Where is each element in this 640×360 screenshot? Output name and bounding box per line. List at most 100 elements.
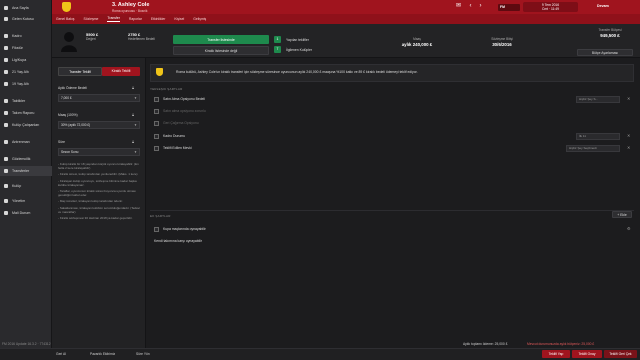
clause-checkbox: [154, 120, 159, 126]
tab-events[interactable]: Etkinlikler: [151, 17, 166, 21]
sidebar-item-inbox[interactable]: Gelen Kutusu: [0, 14, 52, 24]
extra-clause-row[interactable]: Kupa maçlarında oynayabilir: [150, 224, 634, 234]
sidebar-item-u19[interactable]: 19 Yaş Altı: [0, 79, 52, 89]
sidebar-item-home[interactable]: Ana Sayfa: [0, 3, 52, 13]
extra-clauses-title: EK ŞARTLAR: [150, 214, 171, 218]
player-name-title: 3. Ashley Cole: [112, 2, 150, 8]
chevron-down-icon: ▼: [134, 96, 137, 100]
sidebar-item-board[interactable]: Yönetim: [0, 196, 52, 206]
sidebar-item-squad[interactable]: Kadro: [0, 31, 52, 41]
clause-label: Teklifi Edilen Mevki: [163, 146, 192, 150]
settings-icon[interactable]: ⚙: [627, 226, 631, 231]
game-date[interactable]: 9 Tem 2016 Cmt · 11:49: [523, 2, 578, 12]
sidebar-item-transfers[interactable]: Transferler: [0, 166, 52, 176]
forward-arrow-icon[interactable]: ›: [477, 3, 484, 10]
close-icon[interactable]: ✕: [627, 96, 630, 101]
clauses-section-title: YERLEŞIK ŞARTLAR: [150, 87, 183, 91]
clause-row[interactable]: Satın Alma Opsiyonu Bedeli: [150, 94, 634, 104]
clause-value-select[interactable]: İlk 11: [576, 132, 620, 140]
extra-clause-row: Kendi takımına karşı oynayabilir: [150, 236, 634, 246]
report-icon: [4, 111, 8, 115]
inbox-icon: [4, 17, 8, 21]
offers-count-badge: 1: [274, 36, 281, 43]
tab-personal[interactable]: Kişisel: [174, 17, 184, 21]
undo-button[interactable]: Geri Al: [56, 352, 66, 356]
offer-message-text: Roma kulübü, Ashley Cole'un kiralık tran…: [176, 70, 418, 74]
monthly-total-text: Aylık toplamı ödeme: 25,000 £: [463, 342, 508, 346]
tab-reports[interactable]: Raporlar: [129, 17, 142, 21]
loan-note: - Kiralık süresi, kulüp tarafından yenil…: [58, 172, 138, 177]
training-icon: [4, 140, 8, 144]
offers-label[interactable]: Yapılan teklifler: [286, 38, 309, 42]
wage-value: aylık 240,000 £: [401, 42, 433, 47]
clause-checkbox[interactable]: [154, 226, 159, 232]
clause-row[interactable]: Teklifi Edilen Mevki: [150, 143, 634, 153]
tab-overview[interactable]: Genel Bakış: [56, 17, 74, 21]
loan-note: - Kiralık sözleşmesi 30 Haziran 2016'ya …: [58, 216, 133, 221]
wage-contribution-value: 30% (aylık 72,000 £): [61, 123, 91, 127]
squad-icon: [4, 34, 8, 38]
asking-price-label: Hedeflenen Bedeli: [128, 37, 155, 41]
extra-clause-label: Kendi takımına karşı oynayabilir: [154, 239, 203, 243]
wage-contribution-input[interactable]: 30% (aylık 72,000 £) ▼: [58, 121, 140, 129]
duration-select[interactable]: Sezon Sonu ▼: [58, 148, 140, 156]
loan-listed-button[interactable]: Kiralık listesinde değil: [173, 46, 269, 55]
clause-checkbox[interactable]: [154, 96, 159, 102]
clause-row: Satın alma opsiyonu zorunlu: [150, 106, 634, 116]
clause-value-select[interactable]: Hiçbir Şey S...: [576, 95, 620, 103]
sidebar-item-finances[interactable]: Mali Durum: [0, 208, 52, 218]
lock-icon[interactable]: 🔒︎: [132, 112, 137, 117]
fm-menu-button[interactable]: FM: [498, 3, 520, 11]
board-icon: [4, 199, 8, 203]
budget-adjust-button[interactable]: Bütçe Ayarlaması: [577, 49, 633, 56]
sidebar-item-scouting[interactable]: Gözlemcilik: [0, 154, 52, 164]
asking-price-stat: 2750 £ Hedeflenen Bedeli: [128, 32, 155, 41]
tab-contract[interactable]: Sözleşme: [83, 17, 98, 21]
build-info: FM 2016 Update 16.3.2 · 774312: [2, 342, 51, 346]
sidebar-item-training[interactable]: Antrenman: [0, 137, 52, 147]
clause-row[interactable]: Kadro Durumu: [150, 131, 634, 141]
sidebar-item-fixtures[interactable]: Fikstür: [0, 43, 52, 53]
close-icon[interactable]: ✕: [627, 145, 630, 150]
game-date-line2: Cmt · 11:49: [542, 7, 559, 12]
sidebar-item-staff[interactable]: Kulüp Çalışanları: [0, 120, 52, 130]
continue-button[interactable]: Devam: [597, 4, 609, 8]
mail-icon[interactable]: ✉: [455, 3, 462, 10]
make-offer-button[interactable]: Teklifi Yap: [542, 350, 570, 358]
confirm-offer-button[interactable]: Teklifi Onay: [572, 350, 602, 358]
sidebar: Ana Sayfa Gelen Kutusu Kadro Fikstür Lig…: [0, 0, 52, 360]
tab-loan-offer[interactable]: Kiralık Teklifi: [102, 67, 140, 76]
staff-icon: [4, 123, 8, 127]
clause-checkbox[interactable]: [154, 133, 159, 139]
close-icon[interactable]: ✕: [627, 133, 630, 138]
sidebar-item-u21[interactable]: 21 Yaş Altı: [0, 67, 52, 77]
interested-clubs-label[interactable]: İlgilenen Kulüpler: [286, 48, 312, 52]
lock-icon[interactable]: 🔒︎: [132, 139, 137, 144]
contract-expiry-label: Sözleşme Bitişi: [491, 37, 513, 41]
loan-note: - Kiralayan kulüp oyuncuyu, sözleşme bit…: [58, 178, 137, 187]
tab-transfer-offer[interactable]: Transfer Teklifi: [58, 67, 102, 76]
loan-fee-input[interactable]: 7,000 £ ▼: [58, 94, 140, 102]
sidebar-item-tactics[interactable]: Taktikler: [0, 96, 52, 106]
negotiation-team-toggle[interactable]: Pazarlık Ekibimiz: [90, 352, 115, 356]
lock-icon[interactable]: 🔒︎: [132, 85, 137, 90]
finance-icon: [4, 211, 8, 215]
sidebar-item-league[interactable]: Lig/Kupa: [0, 55, 52, 65]
sidebar-item-team-report[interactable]: Takım Raporu: [0, 108, 52, 118]
trophy-icon: [4, 58, 8, 62]
loan-note: - Kulüp kiralık bir 18 yaşından küçük oy…: [58, 162, 139, 171]
sidebar-item-club[interactable]: Kulüp: [0, 181, 52, 191]
add-clause-button[interactable]: + Ekle: [612, 211, 632, 218]
transfer-listed-button[interactable]: Transfer listesinde: [173, 35, 269, 44]
time-mode-select[interactable]: Süre Yön: [136, 352, 150, 356]
loan-note: - Taraflar, oyuncunun kiralık süresi boy…: [58, 189, 136, 198]
tab-transfer[interactable]: Transfer: [107, 16, 120, 22]
withdraw-offer-button[interactable]: Teklifi Geri Çek: [604, 350, 637, 358]
sub-navigation: Genel Bakış Sözleşme Transfer Raporlar E…: [52, 14, 640, 24]
clause-checkbox[interactable]: [154, 145, 159, 151]
tab-advanced[interactable]: Gelişmiş: [193, 17, 206, 21]
clause-value-select[interactable]: Hiçbir Şey Seçilmedi: [566, 144, 620, 152]
contract-expiry-value: 30/6/2016: [492, 42, 512, 47]
back-arrow-icon[interactable]: ‹: [467, 3, 474, 10]
contract-expiry-info: Sözleşme Bitişi 30/6/2016: [482, 37, 522, 47]
